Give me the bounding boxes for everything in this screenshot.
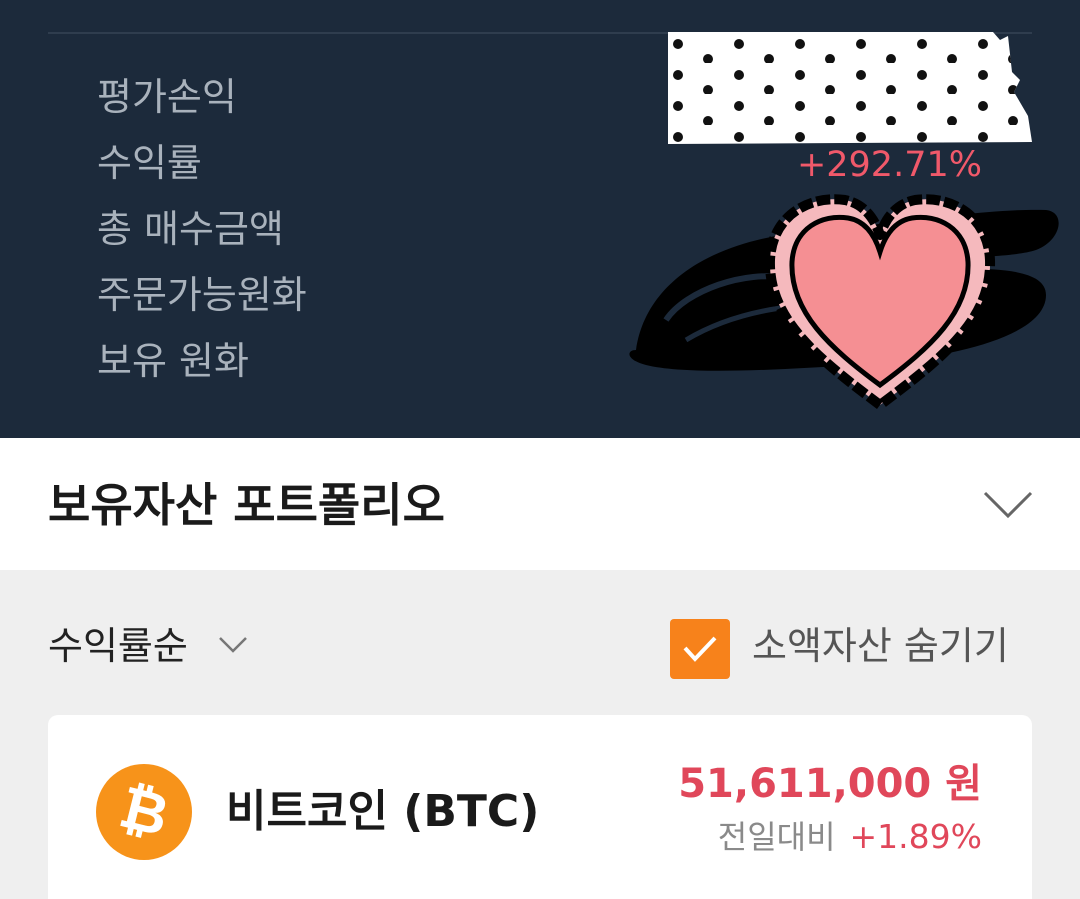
- hide-small-assets-checkbox[interactable]: [670, 619, 730, 679]
- summary-label-pnl: 평가손익: [97, 75, 237, 119]
- asset-card[interactable]: [48, 715, 1032, 899]
- change-value: +1.89%: [849, 817, 982, 856]
- hide-small-assets-label[interactable]: 소액자산 숨기기: [752, 627, 1009, 665]
- portfolio-title: 보유자산 포트폴리오: [48, 478, 445, 532]
- coin-name: 비트코인 (BTC): [226, 786, 540, 837]
- coin-price: 51,611,000 원: [678, 761, 982, 807]
- bitcoin-icon: ₿: [96, 764, 192, 860]
- change-label: 전일대비: [717, 818, 836, 856]
- chevron-down-icon[interactable]: [983, 490, 1033, 520]
- polka-dot-sticker: [668, 32, 1032, 144]
- summary-label-return: 수익률: [97, 141, 202, 185]
- daily-change: 전일대비 +1.89%: [718, 820, 982, 853]
- checkmark-icon: [683, 636, 717, 662]
- chevron-down-icon[interactable]: [218, 636, 248, 654]
- heart-sticker: [764, 194, 996, 410]
- summary-panel: 평가손익 수익률 총 매수금액 주문가능원화 보유 원화 +292.71%: [0, 0, 1080, 438]
- summary-label-total-buy: 총 매수금액: [97, 207, 284, 251]
- return-rate-value: +292.71%: [796, 145, 982, 185]
- sort-dropdown[interactable]: 수익률순: [48, 627, 188, 665]
- summary-label-available-krw: 주문가능원화: [97, 273, 307, 317]
- summary-label-held-krw: 보유 원화: [97, 339, 249, 383]
